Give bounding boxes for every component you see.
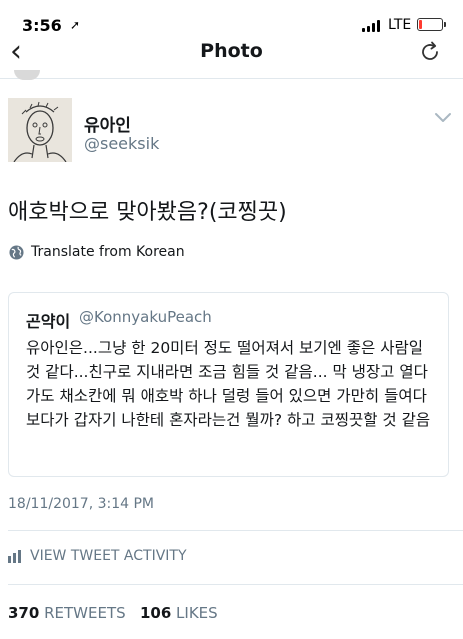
- view-tweet-activity-button[interactable]: VIEW TWEET ACTIVITY: [8, 548, 187, 564]
- tweet-text: 애호박으로 맞아봤음?(코찡끗): [8, 200, 287, 225]
- location-icon: ➚: [70, 18, 81, 32]
- status-time: 3:56: [22, 16, 62, 35]
- author-handle[interactable]: @seeksik: [84, 134, 159, 153]
- translate-button[interactable]: Translate from Korean: [9, 244, 185, 260]
- translate-label: Translate from Korean: [31, 244, 185, 260]
- activity-label: VIEW TWEET ACTIVITY: [30, 548, 187, 564]
- quoted-tweet[interactable]: 곤약이 @KonnyakuPeach 유아인은...그냥 한 20미터 정도 떨…: [8, 292, 449, 477]
- divider: [8, 530, 463, 531]
- status-bar: 3:56 ➚ LTE: [0, 0, 463, 36]
- avatar-sketch-icon: [8, 98, 72, 162]
- retweets-label[interactable]: RETWEETS: [44, 604, 126, 622]
- divider: [8, 584, 463, 585]
- author-name[interactable]: 유아인: [84, 111, 131, 136]
- retweets-count[interactable]: 370: [8, 604, 39, 622]
- quoted-author-handle: @KonnyakuPeach: [79, 308, 212, 326]
- network-type: LTE: [388, 17, 412, 33]
- battery-icon: [417, 18, 446, 31]
- avatar[interactable]: [8, 98, 72, 162]
- refresh-icon[interactable]: [418, 40, 442, 64]
- bar-chart-icon: [8, 549, 21, 563]
- chevron-down-icon[interactable]: [434, 112, 452, 124]
- quoted-author-name: 곤약이: [26, 312, 71, 331]
- engagement-stats: 370 RETWEETS 106 LIKES: [8, 604, 218, 622]
- signal-strength-icon: [362, 20, 384, 32]
- likes-label[interactable]: LIKES: [176, 604, 218, 622]
- globe-icon: [9, 244, 24, 260]
- tweet-timestamp: 18/11/2017, 3:14 PM: [8, 496, 155, 512]
- nav-bar: ‹ Photo: [0, 36, 463, 79]
- likes-count[interactable]: 106: [140, 604, 171, 622]
- page-title: Photo: [200, 40, 263, 62]
- quoted-tweet-text: 유아인은...그냥 한 20미터 정도 떨어져서 보기엔 좋은 사람일 것 같다…: [26, 339, 431, 429]
